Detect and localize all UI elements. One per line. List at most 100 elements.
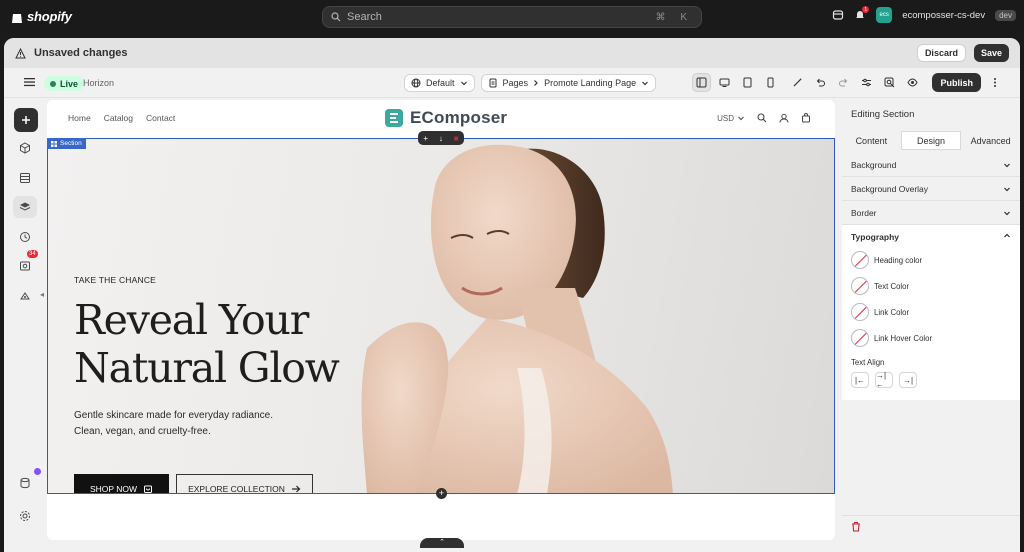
search-placeholder: Search xyxy=(347,11,382,23)
hero-subtitle: Gentle skincare made for everyday radian… xyxy=(74,408,334,439)
chevron-down-icon xyxy=(642,81,649,86)
more-actions-icon[interactable] xyxy=(985,73,1004,92)
hero-section[interactable]: TAKE THE CHANCE Reveal Your Natural Glow… xyxy=(47,138,835,494)
save-button[interactable]: Save xyxy=(973,44,1009,62)
currency-selector[interactable]: USD xyxy=(717,114,734,123)
settings-gear-icon[interactable] xyxy=(8,505,42,527)
shopify-wordmark: shopify xyxy=(27,9,72,24)
layout-toggle-icon[interactable] xyxy=(692,73,712,92)
integrations-icon[interactable]: 34 xyxy=(8,250,42,277)
history-clock-icon[interactable] xyxy=(8,226,42,248)
explore-collection-button[interactable]: EXPLORE COLLECTION xyxy=(176,474,313,494)
apps-icon[interactable] xyxy=(8,285,42,307)
collapse-sidebar-icon[interactable]: ◂ xyxy=(40,290,44,299)
empty-swatch-icon[interactable] xyxy=(851,303,869,321)
link-hover-color-picker[interactable]: Link Hover Color xyxy=(851,329,932,347)
layers-icon[interactable] xyxy=(8,196,42,218)
accordion-border[interactable]: Border xyxy=(842,201,1020,225)
notification-dot xyxy=(34,468,41,475)
move-down-icon[interactable]: ↓ xyxy=(439,134,443,143)
settings-panel: Editing Section Content Design Advanced … xyxy=(842,100,1020,540)
align-left-icon[interactable]: |← xyxy=(851,372,869,388)
inspect-icon[interactable] xyxy=(880,73,899,92)
chevron-down-icon xyxy=(1004,187,1010,191)
left-sidebar: 34 xyxy=(8,102,42,538)
live-dot xyxy=(50,80,56,87)
hero-subtitle-line2: Clean, vegan, and cruelty-free. xyxy=(74,425,211,437)
hero-eyebrow: TAKE THE CHANCE xyxy=(74,275,157,285)
search-icon xyxy=(331,12,341,22)
link-color-picker[interactable]: Link Color xyxy=(851,303,909,321)
database-icon[interactable] xyxy=(8,468,42,494)
cart-icon[interactable] xyxy=(801,113,811,123)
shopify-logo[interactable]: shopify xyxy=(11,9,72,24)
chevron-up-icon[interactable] xyxy=(1003,232,1011,240)
tab-content[interactable]: Content xyxy=(842,131,901,150)
delete-section-trash-icon[interactable] xyxy=(851,521,861,532)
desktop-view-icon[interactable] xyxy=(715,73,734,92)
align-center-icon[interactable]: →|← xyxy=(875,371,893,389)
redo-icon[interactable] xyxy=(834,73,853,92)
menu-icon[interactable] xyxy=(24,77,35,87)
unsaved-label: Unsaved changes xyxy=(34,47,128,59)
empty-swatch-icon[interactable] xyxy=(851,251,869,269)
preview-eye-icon[interactable] xyxy=(903,73,922,92)
hero-subtitle-line1: Gentle skincare made for everyday radian… xyxy=(74,410,273,421)
mobile-view-icon[interactable] xyxy=(761,73,780,92)
align-right-icon[interactable]: →| xyxy=(899,372,917,388)
search-input[interactable]: Search ⌘ K xyxy=(322,6,702,28)
nav-link-contact[interactable]: Contact xyxy=(146,113,175,123)
live-status-badge: Live xyxy=(44,76,85,91)
editor-frame: Unsaved changes Discard Save Live Horizo… xyxy=(4,38,1020,552)
typography-heading[interactable]: Typography xyxy=(851,232,899,242)
delete-icon[interactable]: ■ xyxy=(454,134,459,143)
add-icon[interactable]: + xyxy=(423,134,428,143)
section-toolbar: + ↓ ■ xyxy=(418,131,464,145)
unsaved-changes-bar: Unsaved changes Discard Save xyxy=(4,38,1020,68)
bag-icon xyxy=(144,485,153,493)
text-align-label: Text Align xyxy=(851,358,885,367)
accordion-background-overlay[interactable]: Background Overlay xyxy=(842,177,1020,201)
text-color-picker[interactable]: Text Color xyxy=(851,277,909,295)
undo-icon[interactable] xyxy=(811,73,830,92)
tab-advanced[interactable]: Advanced xyxy=(961,131,1020,150)
search-icon[interactable] xyxy=(757,113,767,123)
site-logo-text: EComposer xyxy=(410,108,508,127)
shop-now-button[interactable]: SHOP NOW xyxy=(74,474,169,494)
elements-cube-icon[interactable] xyxy=(8,137,42,159)
ecomposer-logo-icon xyxy=(385,109,403,127)
add-section-button[interactable]: + xyxy=(436,488,447,499)
account-icon[interactable] xyxy=(779,113,789,123)
globe-icon xyxy=(411,78,421,88)
empty-swatch-icon[interactable] xyxy=(851,329,869,347)
tablet-view-icon[interactable] xyxy=(738,73,757,92)
heading-color-picker[interactable]: Heading color xyxy=(851,251,922,269)
discard-button[interactable]: Discard xyxy=(916,44,966,62)
warning-icon xyxy=(15,47,26,58)
store-switcher-icon[interactable] xyxy=(832,9,844,21)
sections-icon[interactable] xyxy=(8,167,42,189)
empty-swatch-icon[interactable] xyxy=(851,277,869,295)
chevron-down-icon xyxy=(1004,163,1010,167)
publish-button[interactable]: Publish xyxy=(932,73,981,92)
section-tag[interactable]: Section xyxy=(47,138,86,149)
store-avatar[interactable]: ecs xyxy=(876,7,893,23)
notifications-bell-icon[interactable]: 1 xyxy=(854,6,870,21)
page-name: Promote Landing Page xyxy=(544,78,637,88)
nav-link-home[interactable]: Home xyxy=(68,113,91,123)
chevron-down-icon xyxy=(460,81,467,86)
nav-link-catalog[interactable]: Catalog xyxy=(104,113,133,123)
page-selector[interactable]: Pages Promote Landing Page xyxy=(480,74,657,92)
locale-selector[interactable]: Default xyxy=(404,74,475,92)
store-name[interactable]: ecomposser-cs-dev xyxy=(902,10,985,21)
tab-design[interactable]: Design xyxy=(900,131,962,150)
magic-tool-icon[interactable] xyxy=(788,73,807,92)
text-color-label: Text Color xyxy=(874,281,910,291)
chevron-down-icon xyxy=(1004,211,1010,215)
arrow-right-icon xyxy=(291,485,301,493)
accordion-background[interactable]: Background xyxy=(842,153,1020,177)
add-element-button[interactable] xyxy=(14,108,38,132)
settings-sliders-icon[interactable] xyxy=(857,73,876,92)
site-logo[interactable]: EComposer xyxy=(384,108,507,128)
expand-bottom-icon[interactable]: ⌃ xyxy=(420,538,464,548)
